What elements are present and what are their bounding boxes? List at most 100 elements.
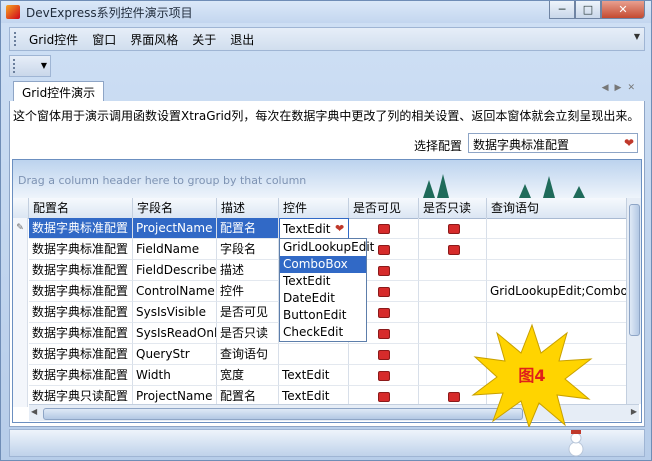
- dropdown-option[interactable]: DateEdit: [280, 290, 366, 307]
- close-button[interactable]: ✕: [601, 1, 645, 19]
- checkbox-checked-icon[interactable]: [448, 223, 460, 234]
- cell-field[interactable]: QueryStr: [133, 344, 217, 365]
- cell-desc[interactable]: 查询语句: [217, 344, 279, 365]
- cell-desc[interactable]: 描述: [217, 260, 279, 281]
- column-header-readonly[interactable]: 是否只读: [419, 198, 487, 218]
- cell-field[interactable]: SysIsVisible: [133, 302, 217, 323]
- menu-item-about[interactable]: 关于: [185, 31, 223, 48]
- pine-tree-icon: [543, 176, 555, 198]
- cell-field[interactable]: ProjectName: [133, 218, 217, 239]
- cell-visible[interactable]: [349, 365, 419, 386]
- cell-desc[interactable]: 宽度: [217, 365, 279, 386]
- menu-item-exit[interactable]: 退出: [223, 31, 261, 48]
- row-indicator[interactable]: [13, 386, 28, 407]
- dropdown-arrow-icon[interactable]: ❤: [335, 218, 344, 239]
- checkbox-checked-icon[interactable]: [378, 349, 390, 360]
- cell-query[interactable]: GridLookupEdit;ComboBox: [487, 281, 627, 302]
- cell-field[interactable]: FieldName: [133, 239, 217, 260]
- dropdown-option[interactable]: TextEdit: [280, 273, 366, 290]
- checkbox-checked-icon[interactable]: [378, 328, 390, 339]
- maximize-button[interactable]: □: [575, 1, 601, 19]
- dropdown-option[interactable]: CheckEdit: [280, 324, 366, 341]
- cell-readonly[interactable]: [419, 218, 487, 239]
- dropdown-option[interactable]: ButtonEdit: [280, 307, 366, 324]
- cell-field[interactable]: FieldDescribe: [133, 260, 217, 281]
- tab-grid-demo[interactable]: Grid控件演示: [13, 81, 105, 102]
- toolbar-grip-handle[interactable]: [13, 59, 15, 73]
- title-bar[interactable]: DevExpress系列控件演示项目 ─ □ ✕: [1, 1, 651, 23]
- cell-config[interactable]: 数据字典标准配置: [29, 218, 133, 239]
- scroll-left-icon[interactable]: ◀: [31, 407, 37, 416]
- vertical-scroll-thumb[interactable]: [629, 204, 640, 336]
- config-select[interactable]: 数据字典标准配置 ❤: [468, 133, 638, 153]
- cell-query[interactable]: [487, 260, 627, 281]
- menu-item-grid[interactable]: Grid控件: [22, 31, 85, 48]
- column-header-config[interactable]: 配置名: [29, 198, 133, 218]
- column-header-control[interactable]: 控件: [279, 198, 349, 218]
- vertical-scrollbar[interactable]: [626, 198, 641, 404]
- cell-config[interactable]: 数据字典标准配置: [29, 260, 133, 281]
- cell-readonly[interactable]: [419, 302, 487, 323]
- cell-config[interactable]: 数据字典标准配置: [29, 344, 133, 365]
- dropdown-arrow-icon[interactable]: ❤: [624, 136, 634, 150]
- row-indicator[interactable]: [13, 365, 28, 386]
- row-indicator[interactable]: [13, 302, 28, 323]
- horizontal-scroll-thumb[interactable]: [43, 408, 523, 420]
- cell-query[interactable]: [487, 302, 627, 323]
- cell-config[interactable]: 数据字典标准配置: [29, 323, 133, 344]
- toolbar: ▼: [9, 55, 51, 77]
- menu-item-window[interactable]: 窗口: [85, 31, 123, 48]
- cell-desc[interactable]: 控件: [217, 281, 279, 302]
- cell-field[interactable]: Width: [133, 365, 217, 386]
- cell-readonly[interactable]: [419, 260, 487, 281]
- cell-control[interactable]: TextEdit: [279, 365, 349, 386]
- column-header-desc[interactable]: 描述: [217, 198, 279, 218]
- cell-query[interactable]: [487, 239, 627, 260]
- cell-config[interactable]: 数据字典标准配置: [29, 302, 133, 323]
- checkbox-checked-icon[interactable]: [378, 307, 390, 318]
- cell-field[interactable]: SysIsReadOnly: [133, 323, 217, 344]
- cell-config[interactable]: 数据字典标准配置: [29, 239, 133, 260]
- cell-control[interactable]: [279, 344, 349, 365]
- row-edit-pencil-icon[interactable]: ✎: [13, 218, 28, 239]
- cell-visible[interactable]: [349, 344, 419, 365]
- cell-field[interactable]: ControlName: [133, 281, 217, 302]
- row-indicator[interactable]: [13, 260, 28, 281]
- group-by-panel[interactable]: Drag a column header here to group by th…: [13, 160, 641, 198]
- cell-desc[interactable]: 字段名: [217, 239, 279, 260]
- row-indicator[interactable]: [13, 281, 28, 302]
- toolbar-overflow-chevron-icon[interactable]: ▼: [41, 61, 47, 70]
- column-header-field[interactable]: 字段名: [133, 198, 217, 218]
- cell-readonly[interactable]: [419, 239, 487, 260]
- column-header-query[interactable]: 查询语句: [487, 198, 627, 218]
- dropdown-option[interactable]: GridLookupEdit: [280, 239, 374, 256]
- cell-desc[interactable]: 是否只读: [217, 323, 279, 344]
- table-row[interactable]: ✎ 数据字典标准配置 ProjectName 配置名 TextEdit ❤: [13, 218, 641, 239]
- cell-readonly[interactable]: [419, 281, 487, 302]
- checkbox-checked-icon[interactable]: [378, 286, 390, 297]
- checkbox-checked-icon[interactable]: [378, 265, 390, 276]
- cell-desc[interactable]: 配置名: [217, 218, 279, 239]
- cell-config[interactable]: 数据字典标准配置: [29, 281, 133, 302]
- dropdown-option[interactable]: ComboBox: [280, 256, 366, 273]
- menu-overflow-chevron-icon[interactable]: ▼: [634, 32, 640, 41]
- row-indicator[interactable]: [13, 239, 28, 260]
- checkbox-checked-icon[interactable]: [378, 223, 390, 234]
- checkbox-checked-icon[interactable]: [378, 370, 390, 381]
- checkbox-checked-icon[interactable]: [448, 391, 460, 402]
- checkbox-checked-icon[interactable]: [378, 391, 390, 402]
- scroll-right-icon[interactable]: ▶: [631, 407, 637, 416]
- cell-config[interactable]: 数据字典标准配置: [29, 365, 133, 386]
- menu-grip-handle[interactable]: [14, 32, 22, 46]
- menu-item-skin[interactable]: 界面风格: [123, 31, 185, 48]
- cell-query[interactable]: [487, 218, 627, 239]
- cell-desc[interactable]: 是否可见: [217, 302, 279, 323]
- column-header-visible[interactable]: 是否可见: [349, 198, 419, 218]
- minimize-button[interactable]: ─: [549, 1, 575, 19]
- checkbox-checked-icon[interactable]: [448, 244, 460, 255]
- cell-visible[interactable]: [349, 218, 419, 239]
- tab-nav-arrows[interactable]: ◀▶✕: [602, 83, 641, 93]
- row-indicator[interactable]: [13, 323, 28, 344]
- checkbox-checked-icon[interactable]: [378, 244, 390, 255]
- row-indicator[interactable]: [13, 344, 28, 365]
